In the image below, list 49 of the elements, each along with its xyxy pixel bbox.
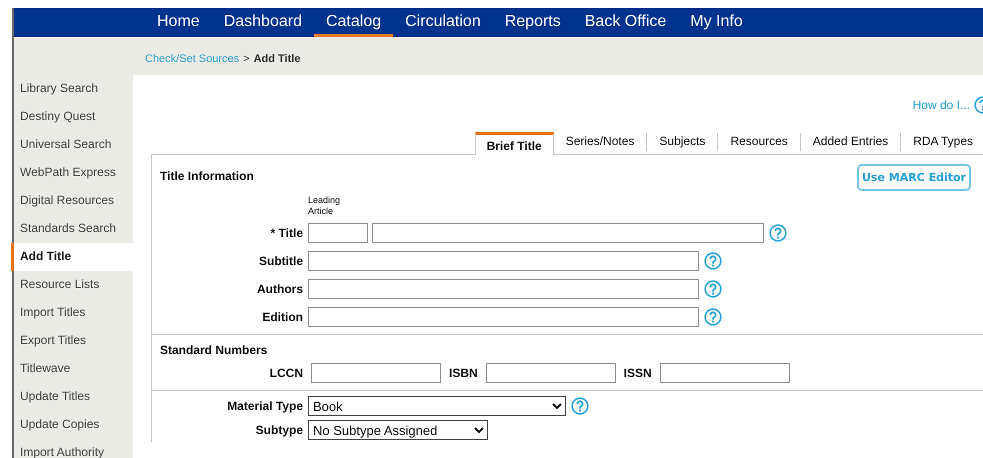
- field-label: Authors: [256, 282, 303, 296]
- dropdown[interactable]: Book: [308, 396, 566, 416]
- breadcrumb-separator: >: [243, 52, 250, 64]
- field-label: Material Type: [226, 399, 303, 413]
- sidebar-item[interactable]: Export Titles: [11, 327, 133, 355]
- help-icon[interactable]: [704, 280, 722, 298]
- nav-tab[interactable]: Reports: [492, 8, 573, 37]
- section-heading: Standard Numbers: [160, 343, 268, 357]
- sidebar-item[interactable]: Destiny Quest: [11, 103, 133, 131]
- help-icon[interactable]: [704, 308, 722, 326]
- sidebar-item[interactable]: Import Titles: [11, 299, 133, 327]
- sidebar-item[interactable]: Add Title: [11, 243, 133, 271]
- number-field[interactable]: [660, 363, 790, 383]
- sidebar-item[interactable]: Universal Search: [11, 131, 133, 159]
- dropdown[interactable]: No Subtype Assigned: [308, 420, 488, 440]
- sidebar-item[interactable]: Digital Resources: [11, 187, 133, 215]
- text-field[interactable]: [308, 279, 699, 299]
- help-icon[interactable]: [571, 397, 589, 415]
- nav-tab[interactable]: Back Office: [572, 8, 678, 37]
- nav-tab[interactable]: My Info: [678, 8, 755, 37]
- nav-tab[interactable]: Dashboard: [212, 8, 314, 37]
- section-heading: Title Information: [160, 169, 254, 183]
- field-label: LCCN: [268, 366, 303, 380]
- field-label: Subtitle: [258, 254, 303, 268]
- field-label: Edition: [261, 310, 303, 324]
- title-field[interactable]: [372, 223, 764, 243]
- leading-article-label: Leading Article: [308, 195, 342, 218]
- field-label: ISSN: [624, 366, 652, 380]
- text-field[interactable]: [308, 307, 699, 327]
- sidebar-item[interactable]: Update Titles: [11, 383, 133, 411]
- sidebar-item[interactable]: WebPath Express: [11, 159, 133, 187]
- nav-tab[interactable]: Home: [145, 8, 212, 37]
- sidebar-item[interactable]: Update Copies: [11, 411, 133, 439]
- help-icon[interactable]: [769, 224, 787, 242]
- field-label: * Title: [270, 226, 303, 240]
- field-label: ISBN: [449, 366, 478, 380]
- sidebar-item[interactable]: Standards Search: [11, 215, 133, 243]
- tab[interactable]: Brief Title: [474, 132, 554, 155]
- nav-tab[interactable]: Circulation: [393, 8, 493, 37]
- number-field[interactable]: [486, 363, 616, 383]
- field-label: Subtype: [254, 423, 303, 437]
- sidebar-item[interactable]: Resource Lists: [11, 271, 133, 299]
- leading-article-field[interactable]: [308, 223, 368, 243]
- number-field[interactable]: [311, 363, 441, 383]
- breadcrumb-current: Add Title: [254, 52, 300, 64]
- text-field[interactable]: [308, 251, 699, 271]
- sidebar-item[interactable]: Library Search: [11, 75, 133, 103]
- sidebar-item[interactable]: Titlewave: [11, 355, 133, 383]
- help-icon[interactable]: [704, 252, 722, 270]
